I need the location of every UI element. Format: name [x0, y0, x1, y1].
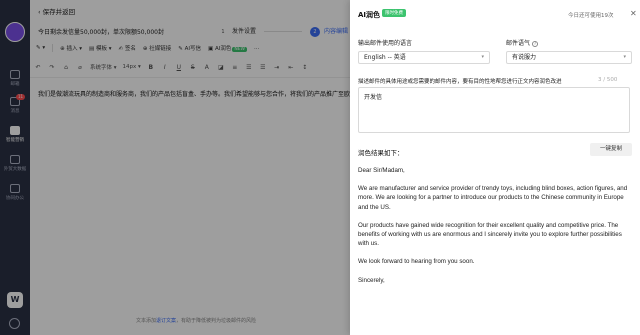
free-badge: 限时免费	[382, 9, 406, 17]
description-textarea[interactable]: 开发信	[358, 87, 630, 133]
result-paragraph: Our products have gained wide recognitio…	[358, 221, 622, 248]
description-label: 描述邮件的具体用途或您需要的邮件内容，要有目的性地帮您进行正文内容润色改进	[358, 79, 562, 85]
result-paragraph: We are manufacturer and service provider…	[358, 185, 628, 211]
close-icon[interactable]: ✕	[630, 9, 637, 18]
chevron-down-icon: ▾	[481, 54, 484, 60]
language-select[interactable]: English -- 英语 ▾	[358, 51, 490, 64]
ai-polish-panel: AI润色 限时免费 今日还可使用19次 ✕ 输出邮件使用的语言 English …	[350, 0, 640, 335]
result-paragraph: Sincerely,	[358, 276, 385, 284]
result-heading: 润色结果如下：	[358, 149, 404, 157]
usage-remaining: 今日还可使用19次	[568, 13, 614, 19]
panel-title: AI润色	[358, 11, 381, 19]
language-label: 输出邮件使用的语言	[358, 40, 413, 47]
modal-backdrop[interactable]	[0, 0, 350, 335]
tone-label: 邮件语气?	[506, 40, 539, 47]
polish-result: Dear Sir/Madam, We are manufacturer and …	[358, 166, 634, 294]
help-icon[interactable]: ?	[532, 41, 539, 47]
result-paragraph: We look forward to hearing from you soon…	[358, 258, 475, 266]
result-paragraph: Dear Sir/Madam,	[358, 167, 405, 174]
tone-select[interactable]: 有说服力 ▾	[506, 51, 632, 64]
char-counter: 3 / 500	[598, 77, 618, 83]
chevron-down-icon: ▾	[623, 54, 626, 60]
copy-all-button[interactable]: 一键复制	[590, 143, 632, 156]
